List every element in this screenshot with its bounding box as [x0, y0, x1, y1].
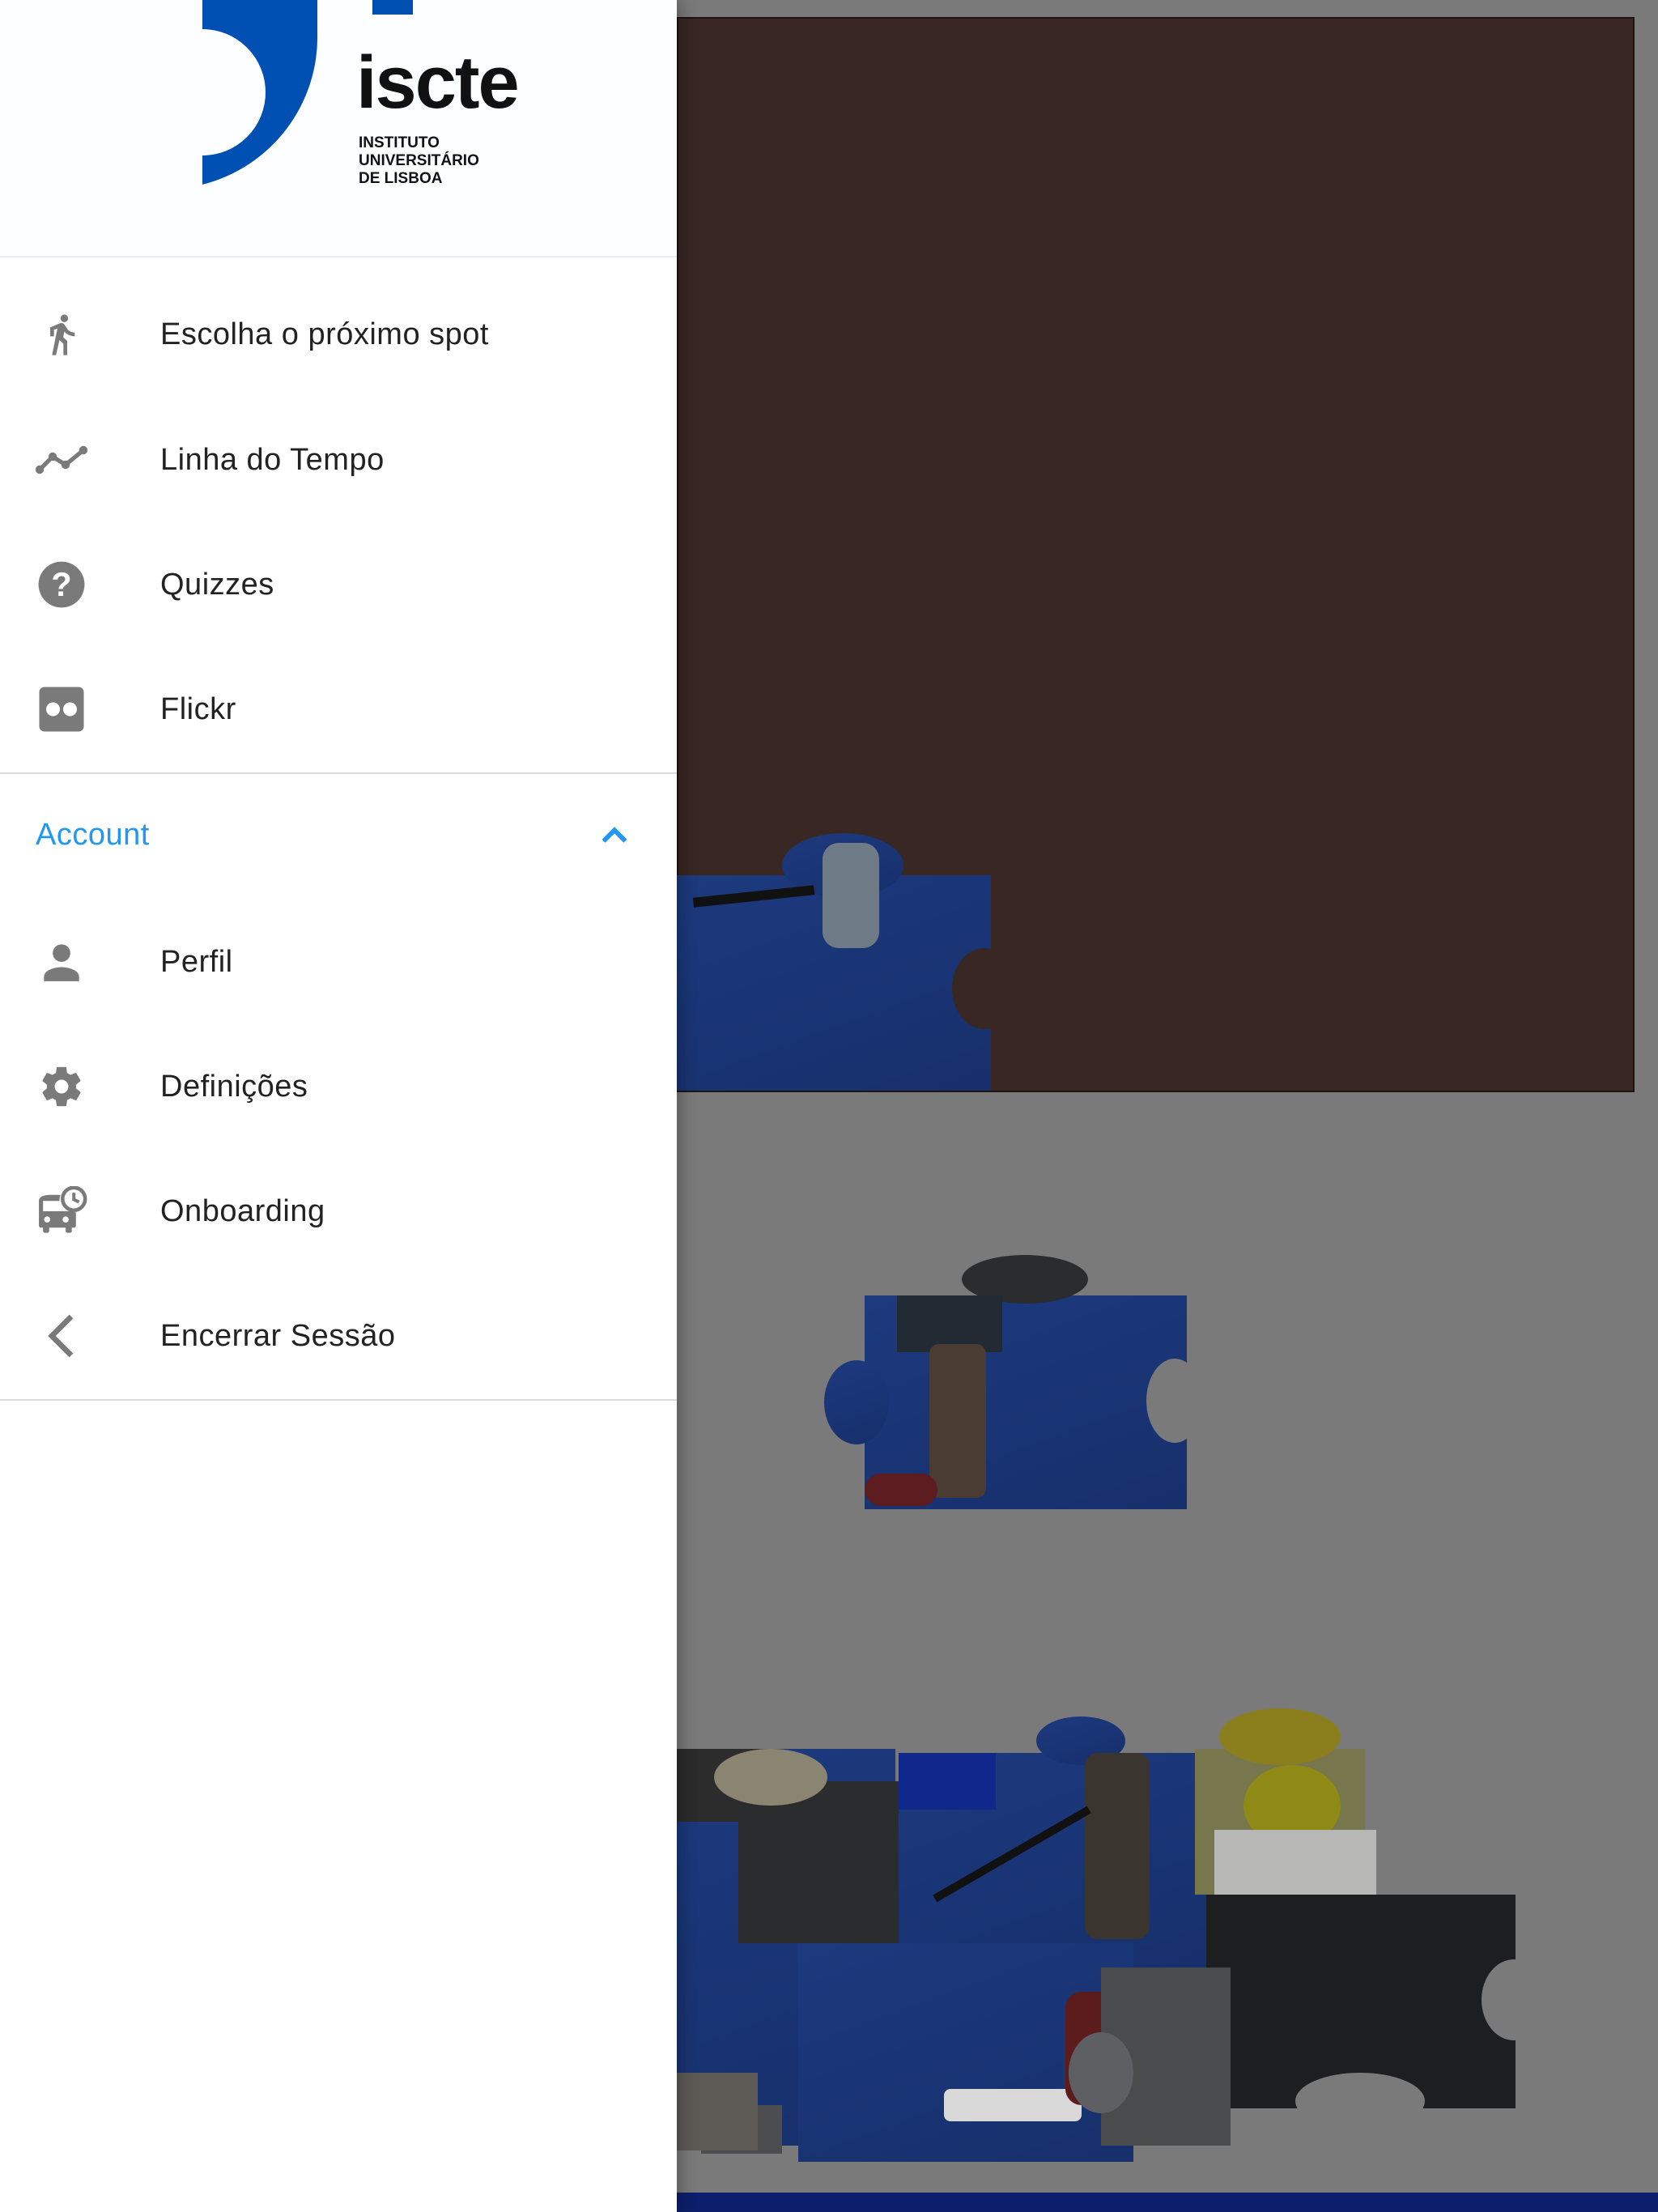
puzzle-piece-pile-2[interactable]	[714, 1749, 916, 1943]
menu-divider	[0, 1399, 677, 1401]
logo-subtitle-line: UNIVERSITÁRIO	[359, 152, 479, 169]
gear-icon	[31, 1056, 92, 1117]
puzzle-piece-pile-6[interactable]	[1206, 1895, 1546, 2129]
menu-item-label: Perfil	[160, 944, 233, 979]
navigation-drawer: iscte INSTITUTO UNIVERSITÁRIO DE LISBOA Es…	[0, 0, 677, 2212]
puzzle-piece-pile-3[interactable]	[899, 1716, 1222, 1967]
menu-item-label: Onboarding	[160, 1193, 325, 1228]
logo-subtitle: INSTITUTO UNIVERSITÁRIO DE LISBOA	[359, 134, 569, 188]
flickr-icon	[31, 678, 92, 740]
menu-item-quizzes[interactable]: ? Quizzes	[0, 524, 677, 645]
person-icon	[31, 931, 92, 993]
account-section-label: Account	[36, 818, 150, 852]
timeline-icon	[31, 429, 92, 491]
puzzle-piece-loose[interactable]	[824, 1255, 1203, 1509]
puzzle-piece-pile-9[interactable]	[677, 2073, 758, 2150]
drawer-header: iscte INSTITUTO UNIVERSITÁRIO DE LISBOA	[0, 0, 677, 257]
menu-item-logout[interactable]: Encerrar Sessão	[0, 1275, 677, 1397]
logo-subtitle-line: INSTITUTO	[359, 134, 440, 151]
chevron-up-icon	[602, 827, 627, 843]
bottom-tray-edge	[677, 2193, 1658, 2212]
bus-clock-icon	[31, 1180, 92, 1242]
account-section-header[interactable]: Account	[0, 782, 677, 891]
help-circle-icon: ?	[31, 554, 92, 615]
puzzle-piece-pile-8[interactable]	[1069, 1967, 1231, 2146]
menu-divider	[0, 772, 677, 774]
puzzle-board	[677, 17, 1635, 1092]
menu-item-settings[interactable]: Definições	[0, 1026, 677, 1147]
menu-item-profile[interactable]: Perfil	[0, 901, 677, 1023]
menu-item-label: Escolha o próximo spot	[160, 317, 489, 351]
menu-item-timeline[interactable]: Linha do Tempo	[0, 399, 677, 521]
puzzle-piece-placed	[677, 833, 1017, 1091]
logo-wordmark: iscte	[356, 41, 520, 124]
menu-item-label: Flickr	[160, 691, 236, 726]
menu-item-label: Quizzes	[160, 567, 274, 602]
svg-text:?: ?	[51, 566, 71, 603]
menu-item-label: Linha do Tempo	[160, 442, 385, 477]
logo-subtitle-line: DE LISBOA	[359, 170, 443, 187]
menu-item-onboarding[interactable]: Onboarding	[0, 1151, 677, 1272]
menu-item-label: Definições	[160, 1069, 308, 1104]
running-person-icon	[31, 304, 92, 365]
menu-item-next-spot[interactable]: Escolha o próximo spot	[0, 274, 677, 395]
chevron-left-icon	[31, 1305, 92, 1367]
menu-item-flickr[interactable]: Flickr	[0, 649, 677, 770]
menu-item-label: Encerrar Sessão	[160, 1318, 396, 1353]
